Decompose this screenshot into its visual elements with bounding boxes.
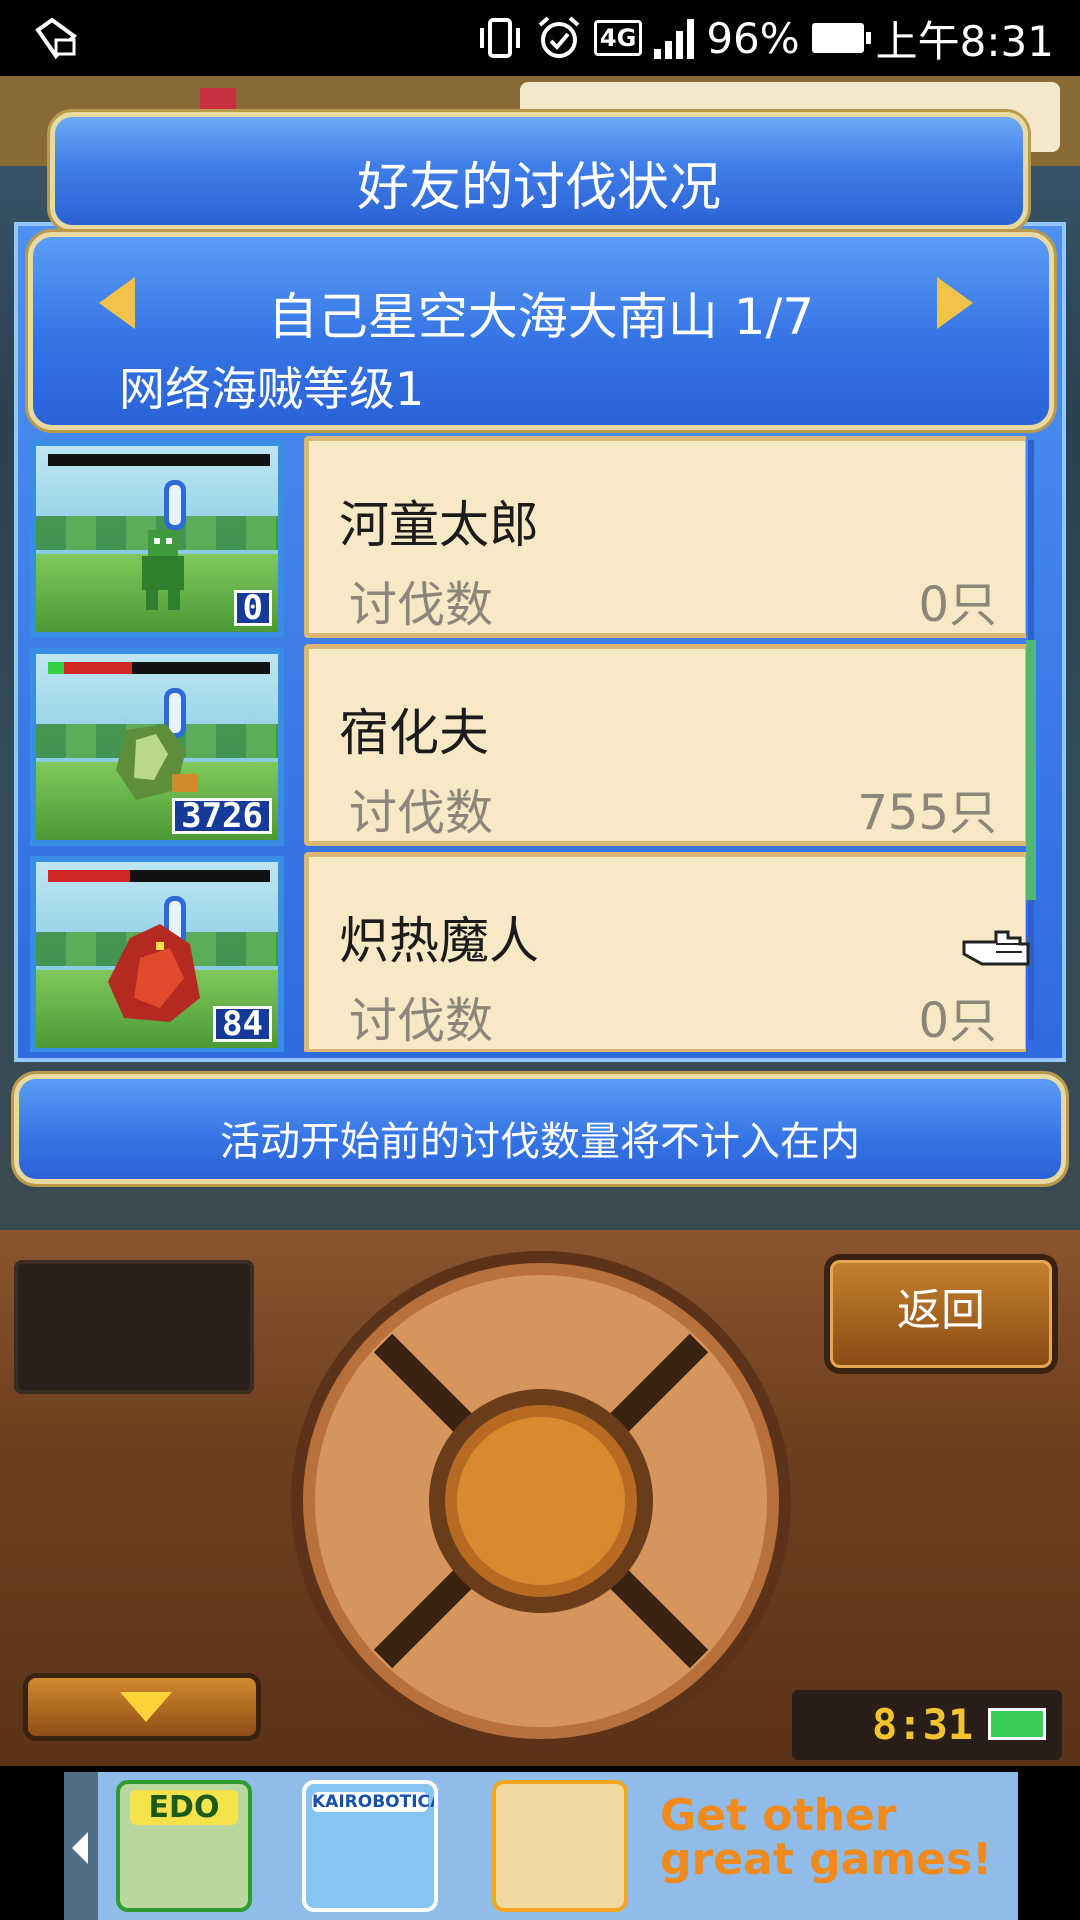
monster-row[interactable]: 3726 宿化夫 讨伐数 755只 xyxy=(30,644,1026,846)
monster-count-badge: 3726 xyxy=(172,798,272,834)
ad-game-edo[interactable]: EDO xyxy=(116,1780,252,1912)
ad-banner[interactable]: EDO KAIROBOTICA Get other great games! xyxy=(0,1766,1080,1920)
ad-game-kairobotica[interactable]: KAIROBOTICA xyxy=(302,1780,438,1912)
ad-game-edo-label: EDO xyxy=(130,1790,238,1825)
monster-count-badge: 0 xyxy=(233,590,272,626)
kill-count-value: 0只 xyxy=(918,577,997,633)
alert-icon xyxy=(164,480,186,541)
status-time: 上午8:31 xyxy=(875,16,1054,66)
monster-card: 炽热魔人 讨伐数 0只 xyxy=(304,852,1026,1052)
ad-game-restaurant[interactable] xyxy=(492,1780,628,1912)
battery-icon xyxy=(811,23,871,53)
hp-fill xyxy=(48,870,130,882)
network-4g-icon: 4G xyxy=(593,20,643,56)
kill-count-value: 0只 xyxy=(918,993,997,1049)
alarm-icon xyxy=(538,16,580,58)
monster-thumbnail: 84 xyxy=(30,856,284,1052)
monster-thumbnail: 0 xyxy=(30,440,284,638)
ad-scroll-left-button[interactable] xyxy=(64,1772,98,1920)
monster-count-badge: 84 xyxy=(213,1006,272,1042)
fire-demon-sprite-icon xyxy=(108,924,200,1022)
back-button[interactable]: 返回 xyxy=(830,1260,1052,1368)
notice-bar: 活动开始前的讨伐数量将不计入在内 xyxy=(14,1074,1066,1184)
ad-cta-text[interactable]: Get other great games! xyxy=(660,1794,1010,1882)
kill-count-label: 讨伐数 xyxy=(349,785,494,841)
dialog-title-banner: 好友的讨伐状况 xyxy=(50,112,1028,230)
kill-count-label: 讨伐数 xyxy=(349,577,494,633)
monster-card: 河童太郎 讨伐数 0只 xyxy=(304,436,1026,638)
console-battery-icon xyxy=(988,1708,1046,1740)
friend-name: 自己星空大海大南山 1/7 xyxy=(267,288,815,346)
monster-row[interactable]: 0 河童太郎 讨伐数 0只 xyxy=(30,436,1026,638)
chevron-down-icon xyxy=(120,1692,172,1722)
console-clock: 8:31 xyxy=(792,1690,1062,1760)
list-scrollbar-thumb[interactable] xyxy=(1026,640,1036,900)
monster-thumbnail: 3726 xyxy=(30,648,284,846)
friend-header: 自己星空大海大南山 1/7 网络海贼等级1 xyxy=(28,232,1054,430)
vibrate-icon xyxy=(479,18,520,58)
battery-percent: 96% xyxy=(706,13,800,63)
hp-green-marker xyxy=(48,662,64,674)
console-clock-time: 8:31 xyxy=(872,1700,974,1749)
hp-bar xyxy=(48,454,270,466)
kappa-sprite-icon xyxy=(142,530,184,610)
notification-icon xyxy=(35,17,77,60)
dpad-controller[interactable] xyxy=(288,1248,794,1754)
console-screen-slot xyxy=(14,1260,254,1394)
monster-card: 宿化夫 讨伐数 755只 xyxy=(304,644,1026,846)
menu-down-button[interactable] xyxy=(28,1678,256,1736)
monster-name: 炽热魔人 xyxy=(339,912,539,970)
monster-list[interactable]: 0 河童太郎 讨伐数 0只 3726 宿化夫 讨伐数 755只 84 炽热魔人 … xyxy=(30,436,1026,1052)
monster-name: 宿化夫 xyxy=(339,704,489,762)
status-bar: 4G 96% 上午8:31 xyxy=(0,0,1080,76)
chevron-left-icon xyxy=(72,1832,88,1864)
monster-name: 河童太郎 xyxy=(339,496,539,554)
pointer-hand-icon xyxy=(962,930,1030,966)
kill-count-value: 755只 xyxy=(857,785,997,841)
pirate-level: 网络海贼等级1 xyxy=(119,362,425,416)
kill-count-label: 讨伐数 xyxy=(349,993,494,1049)
dialog-title: 好友的讨伐状况 xyxy=(356,158,721,218)
monster-row[interactable]: 84 炽热魔人 讨伐数 0只 xyxy=(30,852,1026,1052)
signal-icon xyxy=(654,17,695,59)
ad-game-kairobotica-label: KAIROBOTICA xyxy=(312,1792,438,1812)
notice-text: 活动开始前的讨伐数量将不计入在内 xyxy=(220,1119,860,1165)
status-right-group: 4G 96% 上午8:31 xyxy=(476,10,1054,66)
next-friend-arrow-icon[interactable] xyxy=(937,277,973,329)
